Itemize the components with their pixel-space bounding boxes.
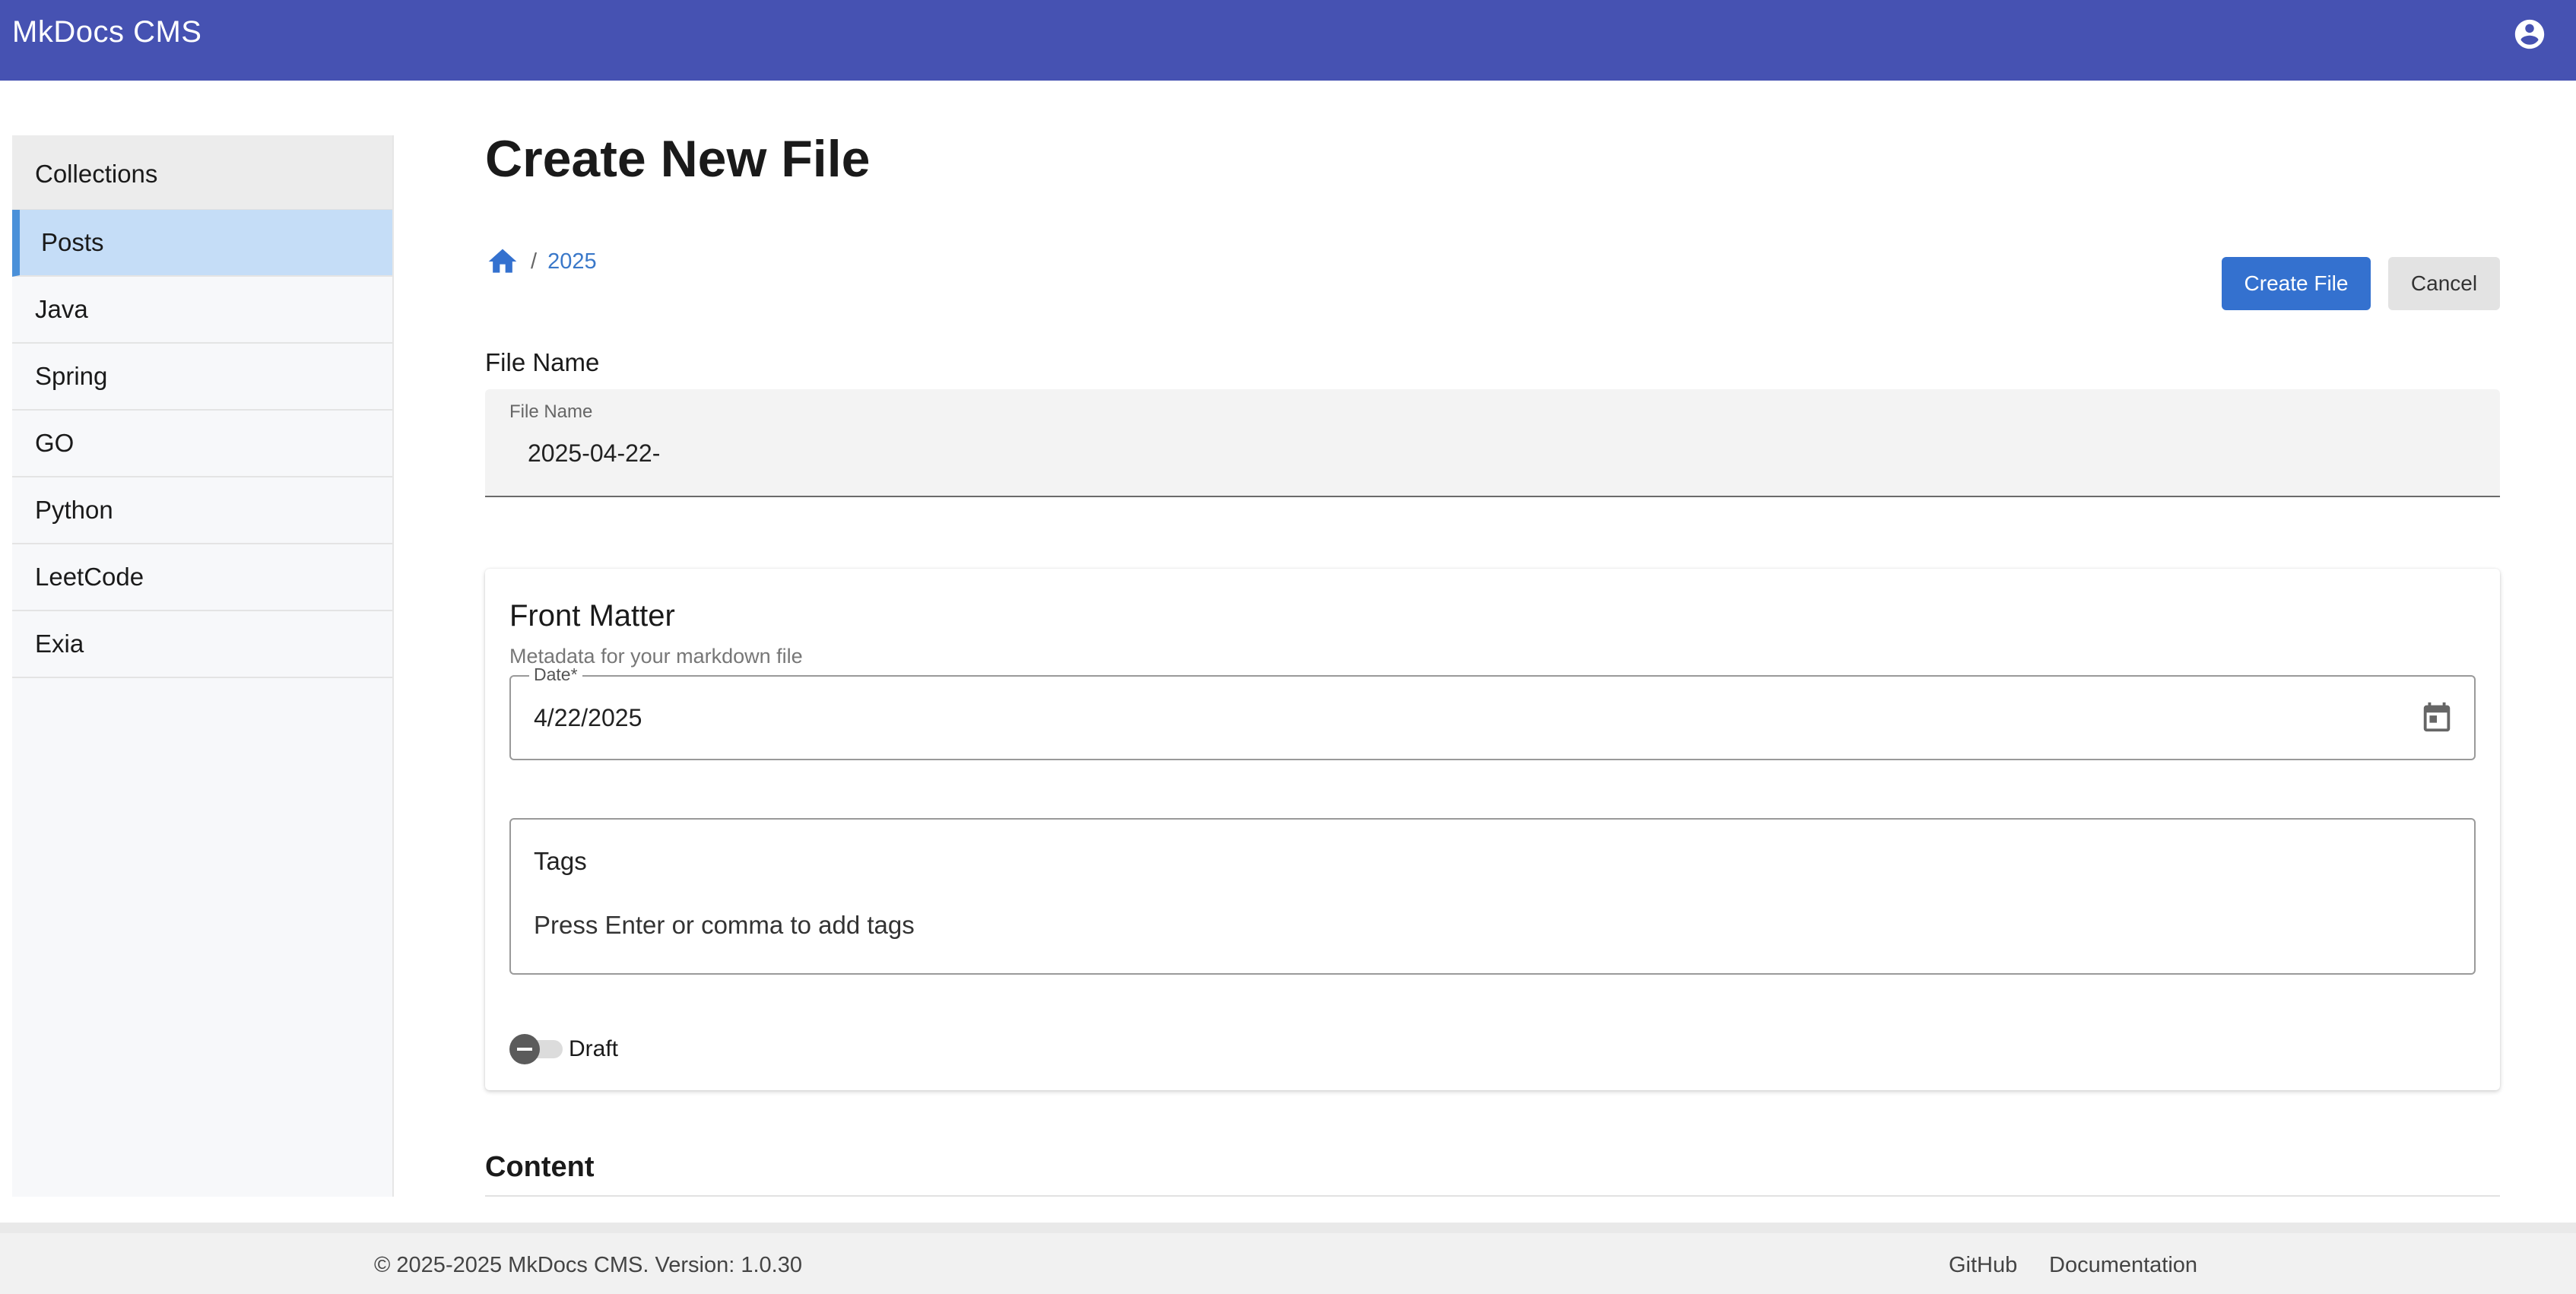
footer-copyright: © 2025-2025 MkDocs CMS. Version: 1.0.30 — [374, 1253, 802, 1277]
breadcrumb-separator: / — [531, 249, 538, 274]
tags-input[interactable] — [534, 911, 2359, 940]
draft-label[interactable]: Draft — [569, 1036, 618, 1062]
file-name-input[interactable] — [528, 439, 2048, 468]
front-matter-title: Front Matter — [509, 599, 675, 633]
breadcrumb: / 2025 — [485, 245, 597, 278]
sidebar-item-leetcode[interactable]: LeetCode — [12, 544, 392, 611]
front-matter-card: Front Matter Metadata for your markdown … — [485, 569, 2500, 1090]
file-name-section-label: File Name — [485, 348, 600, 376]
footer: © 2025-2025 MkDocs CMS. Version: 1.0.30 … — [0, 1223, 2576, 1294]
sidebar-item-exia[interactable]: Exia — [12, 611, 392, 678]
app-title[interactable]: MkDocs CMS — [12, 15, 201, 49]
date-field[interactable]: Date* 4/22/2025 — [509, 664, 2476, 760]
sidebar-item-go[interactable]: GO — [12, 411, 392, 477]
collections-sidebar: Collections Posts Java Spring GO Python … — [12, 135, 394, 1197]
sidebar-item-java[interactable]: Java — [12, 277, 392, 344]
file-name-field[interactable]: File Name — [485, 389, 2500, 497]
page-title: Create New File — [485, 130, 871, 188]
minus-icon — [509, 1034, 540, 1064]
sidebar-item-python[interactable]: Python — [12, 477, 392, 544]
sidebar-item-posts[interactable]: Posts — [12, 210, 392, 277]
content-section-title: Content — [485, 1151, 595, 1183]
sidebar-item-spring[interactable]: Spring — [12, 344, 392, 411]
date-field-label: Date* — [529, 664, 582, 685]
draft-switch[interactable] — [509, 1034, 564, 1064]
tags-label: Tags — [534, 847, 587, 875]
file-name-field-label: File Name — [509, 401, 593, 422]
content-divider — [485, 1195, 2500, 1197]
account-circle-icon[interactable] — [2512, 17, 2547, 52]
sidebar-header: Collections — [12, 135, 392, 210]
documentation-link[interactable]: Documentation — [2049, 1253, 2197, 1278]
calendar-icon[interactable] — [2419, 699, 2454, 734]
tags-field[interactable]: Tags — [509, 818, 2476, 975]
home-icon[interactable] — [485, 245, 520, 278]
app-bar: MkDocs CMS — [0, 0, 2576, 81]
github-link[interactable]: GitHub — [1949, 1253, 2017, 1278]
draft-toggle-row: Draft — [509, 1034, 618, 1064]
cancel-button[interactable]: Cancel — [2388, 257, 2500, 310]
date-input[interactable]: 4/22/2025 — [534, 704, 642, 732]
create-file-button[interactable]: Create File — [2222, 257, 2371, 310]
breadcrumb-item-2025[interactable]: 2025 — [547, 249, 597, 274]
